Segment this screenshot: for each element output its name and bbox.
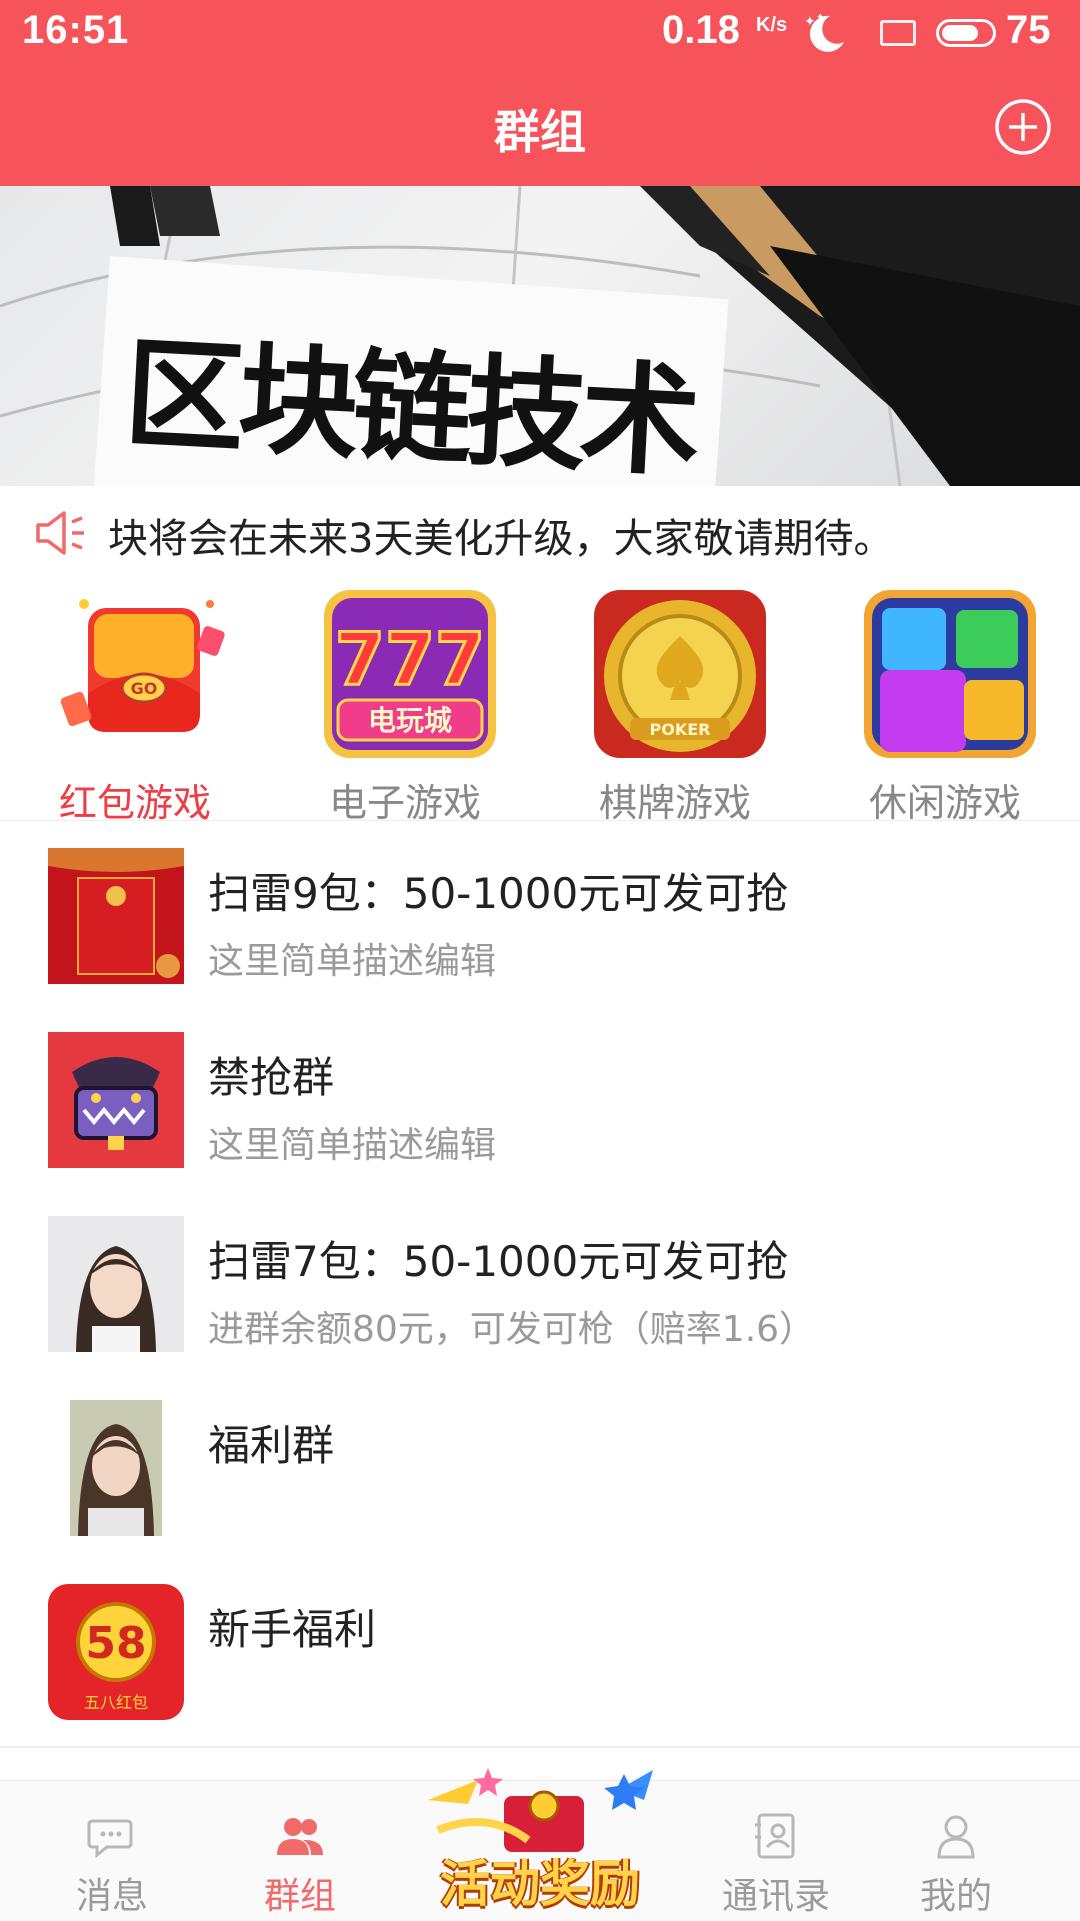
tab-messages[interactable]: 消息 — [22, 1781, 202, 1921]
battery-icon — [936, 19, 996, 47]
svg-text:777: 777 — [335, 617, 485, 701]
group-list-item[interactable]: 禁抢群 这里简单描述编辑 — [0, 1010, 1080, 1196]
category-casual-games[interactable]: 休闲游戏 — [810, 578, 1080, 825]
group-subtitle: 进群余额80元，可发可枪（赔率1.6） — [208, 1309, 816, 1350]
monster-chest-avatar — [48, 1032, 184, 1168]
status-time: 16:51 — [22, 8, 130, 52]
category-red-packet-games[interactable]: GO 红包游戏 — [0, 578, 270, 825]
tab-label: 我的 — [919, 1876, 992, 1917]
tab-label: 通讯录 — [721, 1876, 830, 1917]
battery-level: 75 — [1006, 8, 1051, 52]
gem-blocks-icon — [864, 590, 1036, 758]
category-label: 红包游戏 — [58, 781, 211, 825]
group-title: 新手福利 — [208, 1605, 377, 1654]
group-title: 扫雷7包：50-1000元可发可抢 — [208, 1237, 789, 1286]
status-bar: 16:51 0.18 K/s ✦ ✦ 75 — [0, 0, 1080, 66]
svg-text:58: 58 — [85, 1618, 146, 1669]
speaker-icon — [36, 511, 84, 555]
category-label: 休闲游戏 — [868, 781, 1021, 825]
tab-label: 消息 — [75, 1876, 148, 1917]
chat-bubble-icon — [87, 1819, 133, 1859]
58-red-packet-avatar: 58 五八红包 — [48, 1584, 184, 1720]
category-label: 电子游戏 — [328, 781, 481, 825]
poker-chip-icon: POKER — [594, 590, 766, 758]
svg-text:✦: ✦ — [804, 13, 816, 29]
do-not-disturb-moon-icon: ✦ ✦ — [804, 12, 844, 52]
svg-text:电玩城: 电玩城 — [368, 704, 452, 737]
activity-reward-button[interactable]: 活动奖励 — [408, 1760, 672, 1920]
category-label: 棋牌游戏 — [598, 781, 751, 825]
group-list-item[interactable]: 扫雷9包：50-1000元可发可抢 这里简单描述编辑 — [0, 826, 1080, 1012]
announcement-bar[interactable]: 块将会在未来3天美化升级，大家敬请期待。 — [0, 486, 1080, 578]
people-icon — [277, 1818, 323, 1855]
banner-headline: 区块链技术 — [121, 324, 698, 486]
group-list-item[interactable]: 扫雷7包：50-1000元可发可抢 进群余额80元，可发可枪（赔率1.6） — [0, 1194, 1080, 1380]
game-category-row: GO 红包游戏 777 电玩城 电子游戏 POKER 棋牌游戏 休闲游戏 — [0, 578, 1080, 825]
category-chess-card-games[interactable]: POKER 棋牌游戏 — [540, 578, 810, 825]
group-title: 禁抢群 — [208, 1053, 335, 1102]
group-title: 扫雷9包：50-1000元可发可抢 — [208, 869, 789, 918]
svg-text:GO: GO — [131, 679, 158, 698]
battery-fill — [942, 25, 978, 41]
person-icon — [937, 1815, 975, 1859]
group-list-item[interactable]: 58 五八红包 新手福利 — [0, 1562, 1080, 1748]
network-speed-unit: K/s — [756, 14, 788, 36]
group-list-item[interactable]: 福利群 — [0, 1378, 1080, 1564]
slot-777-icon: 777 电玩城 — [324, 590, 496, 758]
svg-text:✦: ✦ — [816, 12, 824, 23]
girl-photo-avatar — [48, 1216, 184, 1352]
svg-text:五八红包: 五八红包 — [84, 1693, 148, 1712]
screen-icon — [880, 20, 916, 46]
category-electronic-games[interactable]: 777 电玩城 电子游戏 — [270, 578, 540, 825]
red-packet-go-icon: GO — [60, 599, 225, 732]
announcement-text: 块将会在未来3天美化升级，大家敬请期待。 — [108, 516, 894, 562]
network-speed: 0.18 — [662, 8, 740, 52]
red-envelope-avatar — [48, 848, 184, 984]
tab-me[interactable]: 我的 — [866, 1781, 1046, 1921]
banner-carousel[interactable]: 区块链技术 — [0, 186, 1080, 486]
tab-label: 群组 — [263, 1876, 336, 1917]
group-subtitle: 这里简单描述编辑 — [208, 941, 497, 982]
promo-label: 活动奖励 — [440, 1855, 640, 1913]
plus-circle-icon[interactable] — [994, 98, 1052, 156]
group-title: 福利群 — [208, 1421, 335, 1470]
contacts-book-icon — [755, 1813, 795, 1859]
svg-text:POKER: POKER — [650, 720, 711, 739]
tab-groups[interactable]: 群组 — [210, 1781, 390, 1921]
top-app-bar: 群组 — [0, 66, 1080, 186]
page-title: 群组 — [494, 105, 586, 159]
group-subtitle: 这里简单描述编辑 — [208, 1125, 497, 1166]
tab-contacts[interactable]: 通讯录 — [686, 1781, 866, 1921]
girl-photo-avatar-2 — [48, 1400, 184, 1536]
